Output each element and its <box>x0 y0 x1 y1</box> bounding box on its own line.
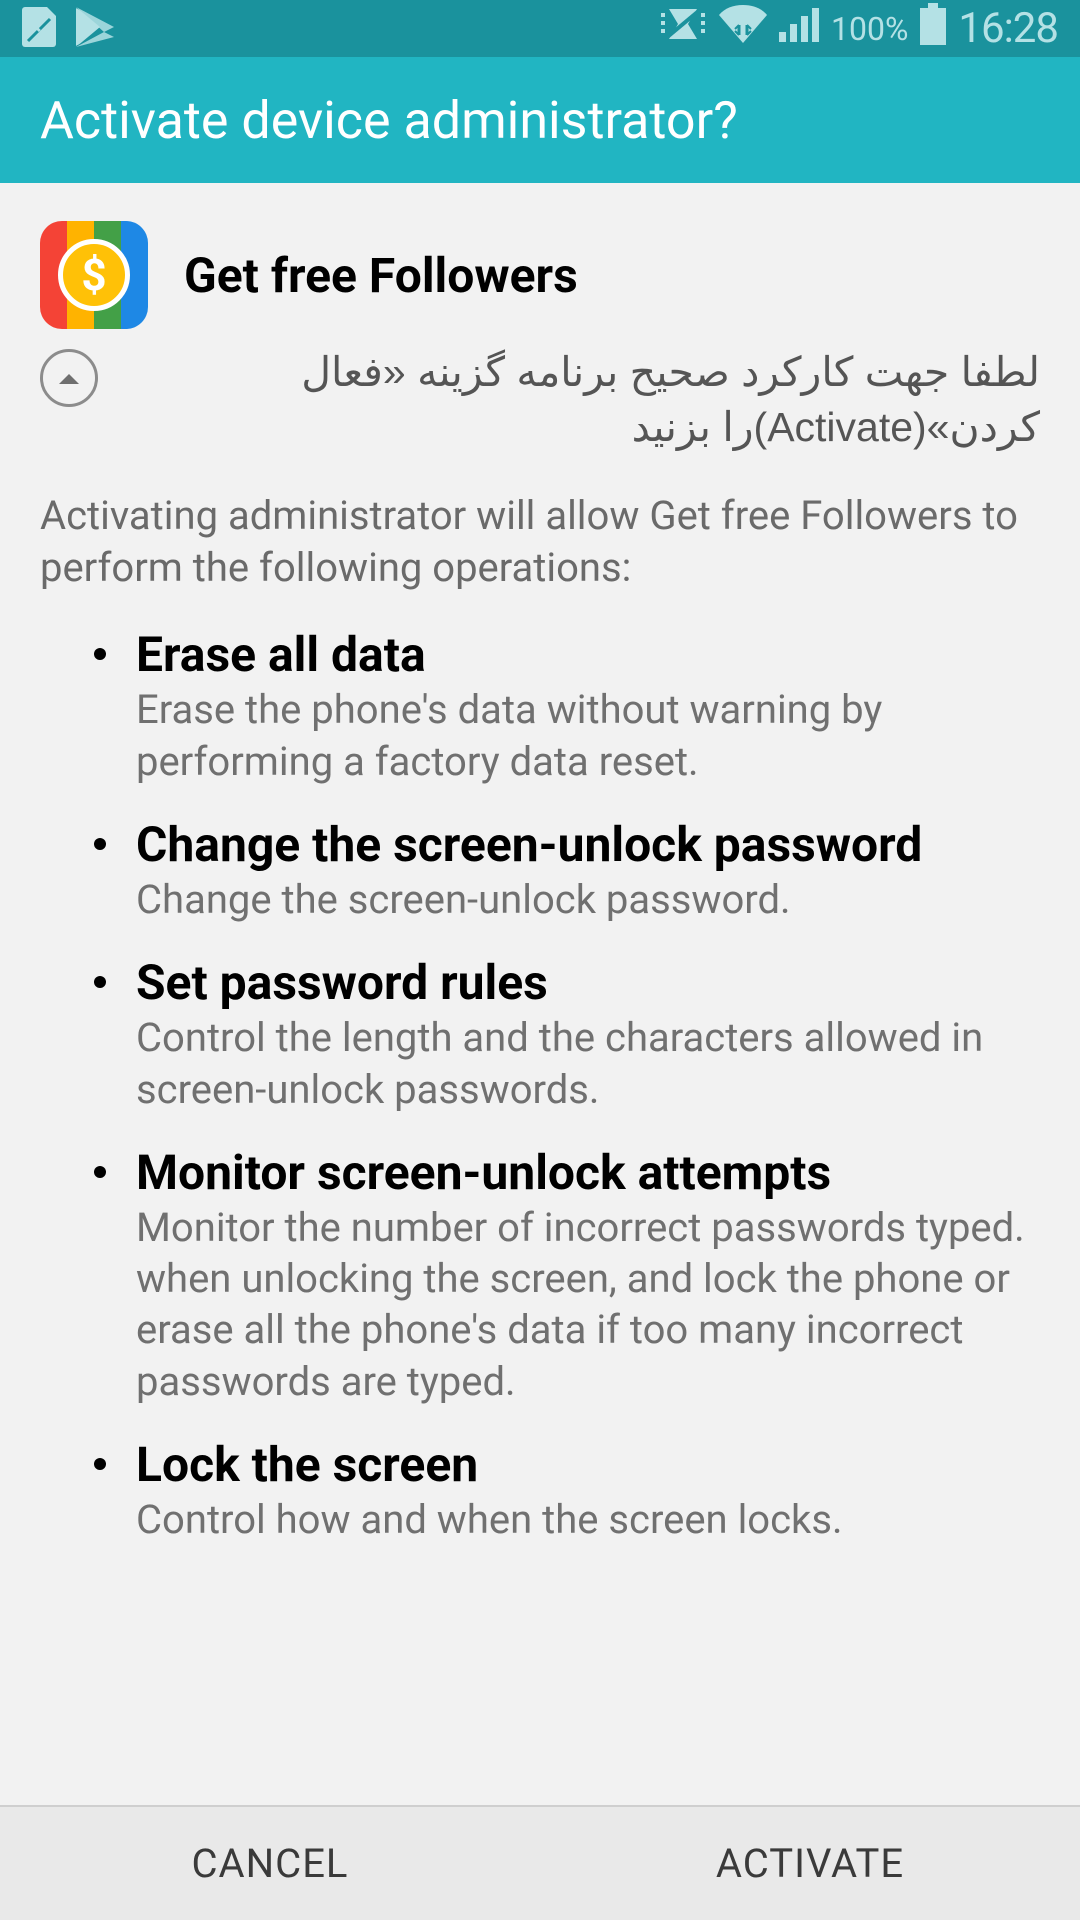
permission-item: Erase all data Erase the phone's data wi… <box>94 627 1040 787</box>
permission-title: Erase all data <box>136 627 1040 682</box>
chevron-up-icon <box>57 370 81 386</box>
play-store-icon <box>76 5 116 53</box>
description-row: لطفا جهت کارکرد صحیح برنامه گزینه «فعال … <box>40 345 1040 456</box>
content-area: $ Get free Followers لطفا جهت کارکرد صحی… <box>0 183 1080 1805</box>
permission-title: Lock the screen <box>136 1437 1040 1492</box>
permission-description: Control the length and the characters al… <box>136 1012 1040 1114</box>
permission-body: Set password rules Control the length an… <box>136 955 1040 1115</box>
battery-percentage: 100% <box>831 10 908 48</box>
permission-title: Monitor screen-unlock attempts <box>136 1145 1040 1200</box>
permission-body: Monitor screen-unlock attempts Monitor t… <box>136 1145 1040 1407</box>
permission-title: Change the screen-unlock password <box>136 817 1040 872</box>
permission-description: Control how and when the screen locks. <box>136 1494 1040 1545</box>
signal-icon <box>779 6 819 51</box>
clock: 16:28 <box>958 4 1058 53</box>
app-header: $ Get free Followers <box>40 221 1040 329</box>
permission-description: Change the screen-unlock password. <box>136 874 1040 925</box>
bullet-icon <box>94 838 106 850</box>
vibrate-icon <box>659 5 707 52</box>
bullet-icon <box>94 648 106 660</box>
app-icon: $ <box>40 221 148 329</box>
status-right: 100% 16:28 <box>659 3 1058 54</box>
status-left <box>22 5 116 53</box>
battery-icon <box>920 3 946 54</box>
permission-body: Erase all data Erase the phone's data wi… <box>136 627 1040 787</box>
footer-actions: CANCEL ACTIVATE <box>0 1805 1080 1920</box>
status-bar: 100% 16:28 <box>0 0 1080 57</box>
permission-body: Lock the screen Control how and when the… <box>136 1437 1040 1545</box>
app-name: Get free Followers <box>184 247 578 304</box>
permission-item: Monitor screen-unlock attempts Monitor t… <box>94 1145 1040 1407</box>
permission-item: Lock the screen Control how and when the… <box>94 1437 1040 1545</box>
bullet-icon <box>94 1166 106 1178</box>
permission-title: Set password rules <box>136 955 1040 1010</box>
intro-text: Activating administrator will allow Get … <box>40 490 1040 596</box>
permission-body: Change the screen-unlock password Change… <box>136 817 1040 925</box>
page-title: Activate device administrator? <box>40 90 738 151</box>
bullet-icon <box>94 976 106 988</box>
sim-icon <box>22 7 56 51</box>
permission-description: Monitor the number of incorrect password… <box>136 1202 1040 1407</box>
app-bar: Activate device administrator? <box>0 57 1080 183</box>
wifi-icon <box>719 5 767 52</box>
permissions-list: Erase all data Erase the phone's data wi… <box>40 627 1040 1545</box>
activate-button[interactable]: ACTIVATE <box>540 1807 1080 1920</box>
coin-icon: $ <box>58 239 130 311</box>
collapse-toggle[interactable] <box>40 349 98 407</box>
permission-item: Change the screen-unlock password Change… <box>94 817 1040 925</box>
bullet-icon <box>94 1458 106 1470</box>
app-description: لطفا جهت کارکرد صحیح برنامه گزینه «فعال … <box>128 345 1040 456</box>
cancel-button[interactable]: CANCEL <box>0 1807 540 1920</box>
permission-item: Set password rules Control the length an… <box>94 955 1040 1115</box>
permission-description: Erase the phone's data without warning b… <box>136 684 1040 786</box>
